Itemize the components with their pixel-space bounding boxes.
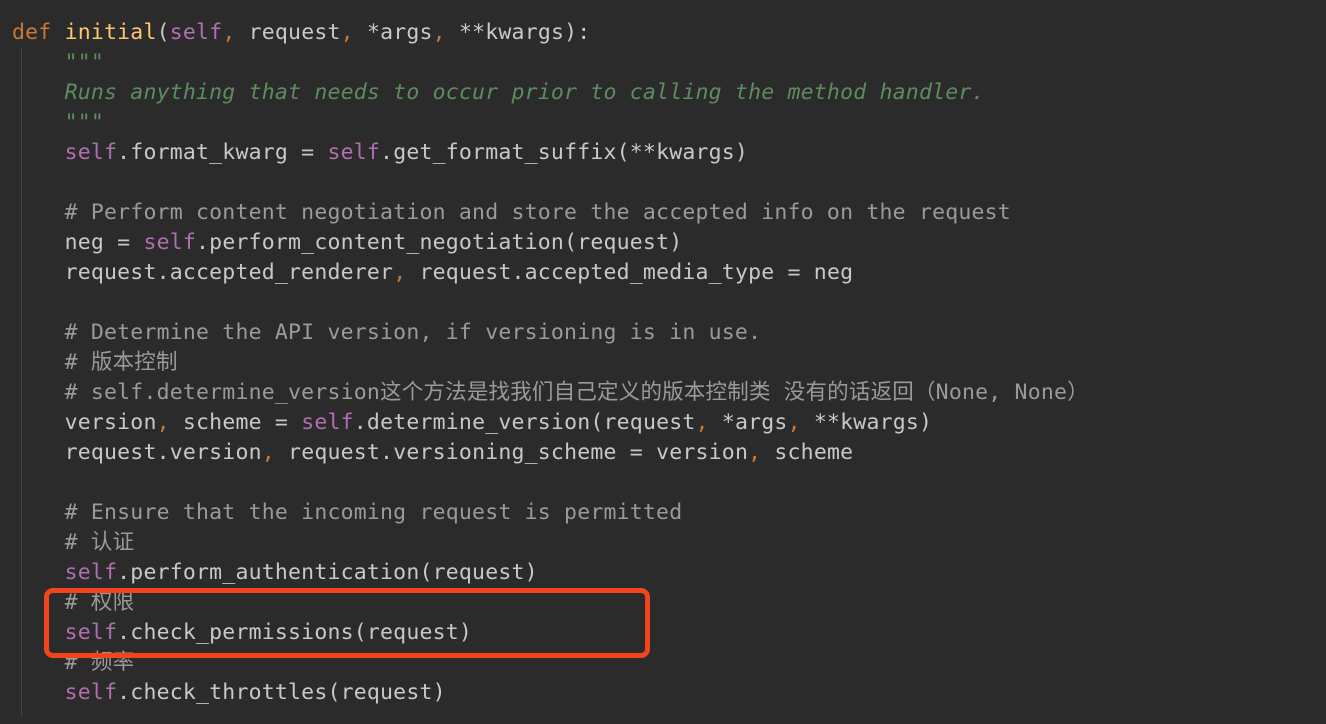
- comment-text-chinese-throttle: # 频率: [64, 650, 135, 675]
- comment-text-chinese-authentication: # 认证: [64, 530, 135, 555]
- code-line-21: self.check_permissions(request): [0, 618, 1326, 648]
- code-line-13: # self.determine_version这个方法是找我们自己定义的版本控…: [0, 378, 1326, 408]
- function-name-initial: initial: [64, 20, 157, 45]
- comma: ,: [340, 20, 367, 45]
- attribute-format-kwarg: .format_kwarg =: [117, 140, 328, 165]
- arg-kwargs: **kwargs): [800, 410, 933, 435]
- code-line-14: version, scheme = self.determine_version…: [0, 408, 1326, 438]
- call-perform-authentication: .perform_authentication(request): [117, 560, 538, 585]
- attr-versioning-scheme: request.versioning_scheme = version: [274, 440, 749, 465]
- call-check-permissions: .check_permissions(request): [117, 620, 473, 645]
- code-line-3: Runs anything that needs to occur prior …: [0, 78, 1326, 108]
- self-keyword: self: [64, 680, 118, 705]
- code-line-16-blank: [0, 468, 1326, 498]
- self-keyword: self: [143, 230, 197, 255]
- docstring-close-quotes: """: [64, 110, 105, 135]
- call-determine-version: .determine_version(request: [353, 410, 696, 435]
- paren-open: (: [156, 20, 170, 45]
- code-line-10-blank: [0, 288, 1326, 318]
- code-line-2: """: [0, 48, 1326, 78]
- comma: ,: [393, 260, 407, 285]
- code-content[interactable]: def initial(self, request, *args, **kwar…: [0, 0, 1326, 708]
- keyword-def: def: [12, 20, 65, 45]
- self-keyword: self: [64, 620, 118, 645]
- comment-text-chinese-determine-version: # self.determine_version这个方法是找我们自己定义的版本控…: [64, 380, 1089, 405]
- code-line-4: """: [0, 108, 1326, 138]
- var-neg-assign: neg =: [64, 230, 144, 255]
- paren-close-colon: ):: [564, 20, 591, 45]
- param-request: request: [248, 20, 341, 45]
- code-line-18: # 认证: [0, 528, 1326, 558]
- comma: ,: [787, 410, 801, 435]
- code-line-22: # 频率: [0, 648, 1326, 678]
- comma: ,: [156, 410, 170, 435]
- call-get-format-suffix: .get_format_suffix(**kwargs): [380, 140, 749, 165]
- comment-text: # Determine the API version, if versioni…: [64, 320, 762, 345]
- code-line-8: neg = self.perform_content_negotiation(r…: [0, 228, 1326, 258]
- code-line-1: def initial(self, request, *args, **kwar…: [0, 18, 1326, 48]
- attr-accepted-media-type: request.accepted_media_type = neg: [406, 260, 854, 285]
- comment-text-chinese-version-control: # 版本控制: [64, 350, 178, 375]
- var-version: version: [64, 410, 157, 435]
- docstring-text: Runs anything that needs to occur prior …: [64, 80, 985, 105]
- comment-text-chinese-permission: # 权限: [64, 590, 135, 615]
- self-keyword: self: [327, 140, 381, 165]
- docstring-open-quotes: """: [64, 50, 105, 75]
- comma: ,: [695, 410, 709, 435]
- attr-accepted-renderer: request.accepted_renderer: [64, 260, 394, 285]
- comment-text: # Perform content negotiation and store …: [64, 200, 1011, 225]
- code-line-19: self.perform_authentication(request): [0, 558, 1326, 588]
- arg-args: *args: [708, 410, 788, 435]
- code-line-12: # 版本控制: [0, 348, 1326, 378]
- code-line-5: self.format_kwarg = self.get_format_suff…: [0, 138, 1326, 168]
- code-line-9: request.accepted_renderer, request.accep…: [0, 258, 1326, 288]
- param-args: *args: [366, 20, 433, 45]
- code-line-15: request.version, request.versioning_sche…: [0, 438, 1326, 468]
- comma: ,: [261, 440, 275, 465]
- var-scheme-assign: scheme =: [169, 410, 302, 435]
- call-check-throttles: .check_throttles(request): [117, 680, 446, 705]
- var-scheme: scheme: [761, 440, 854, 465]
- code-line-23: self.check_throttles(request): [0, 678, 1326, 708]
- code-line-6-blank: [0, 168, 1326, 198]
- self-keyword: self: [301, 410, 354, 435]
- comma: ,: [748, 440, 762, 465]
- attr-request-version: request.version: [64, 440, 262, 465]
- call-perform-content-negotiation: .perform_content_negotiation(request): [196, 230, 683, 255]
- self-keyword: self: [169, 20, 223, 45]
- code-line-20: # 权限: [0, 588, 1326, 618]
- comment-text: # Ensure that the incoming request is pe…: [64, 500, 683, 525]
- comma: ,: [222, 20, 249, 45]
- code-editor-pane[interactable]: def initial(self, request, *args, **kwar…: [0, 0, 1326, 724]
- code-line-11: # Determine the API version, if versioni…: [0, 318, 1326, 348]
- code-line-7: # Perform content negotiation and store …: [0, 198, 1326, 228]
- comma: ,: [432, 20, 459, 45]
- param-kwargs: **kwargs: [458, 20, 565, 45]
- code-line-17: # Ensure that the incoming request is pe…: [0, 498, 1326, 528]
- self-keyword: self: [64, 560, 118, 585]
- self-keyword: self: [64, 140, 118, 165]
